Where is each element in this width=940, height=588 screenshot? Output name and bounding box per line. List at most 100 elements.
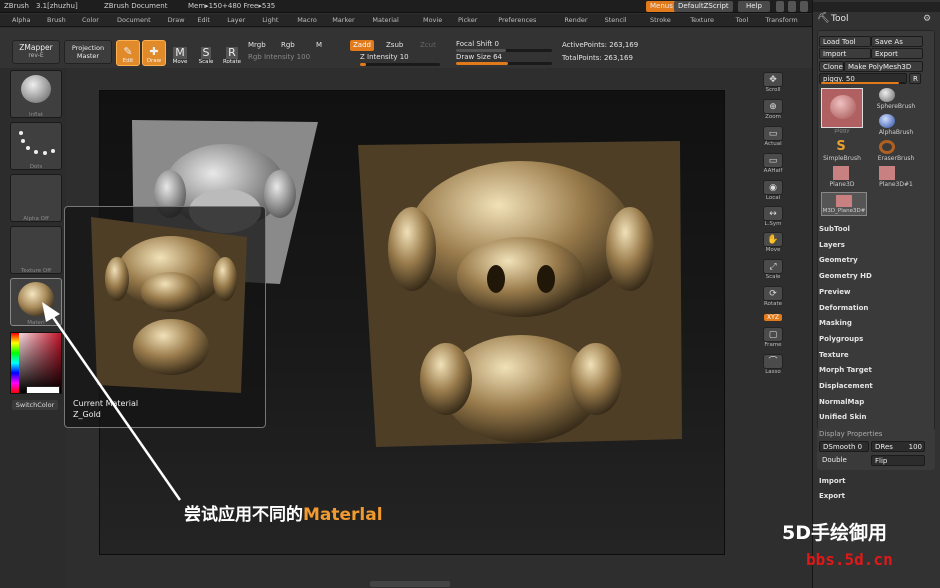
- section-subtool[interactable]: SubTool: [819, 225, 850, 233]
- draw-size-track[interactable]: [456, 62, 552, 65]
- section-geometry-hd[interactable]: Geometry HD: [819, 272, 872, 280]
- display-properties-label[interactable]: Display Properties: [819, 430, 882, 438]
- section-morph-target[interactable]: Morph Target: [819, 366, 872, 374]
- shelf-actual-button[interactable]: ▭ Actual: [757, 122, 789, 147]
- current-tool-track: [821, 82, 905, 84]
- menu-movie[interactable]: Movie: [423, 16, 442, 24]
- draw-size-slider[interactable]: Draw Size 64: [456, 53, 502, 61]
- simple-brush-icon[interactable]: S: [833, 140, 849, 154]
- eraser-brush-icon[interactable]: [879, 140, 895, 154]
- menu-transform[interactable]: Transform: [765, 16, 797, 24]
- menu-draw[interactable]: Draw: [168, 16, 185, 24]
- section-masking[interactable]: Masking: [819, 319, 852, 327]
- dsmooth-slider[interactable]: DSmooth 0: [819, 441, 869, 452]
- shelf-scale-button[interactable]: ⤢ Scale: [757, 255, 789, 280]
- shelf-aahalf-button[interactable]: ▭ AAHalf: [757, 149, 789, 174]
- alpha-thumbnail[interactable]: Alpha Off: [10, 174, 62, 222]
- save-as-button[interactable]: Save As: [871, 36, 923, 47]
- menu-render[interactable]: Render: [564, 16, 587, 24]
- shelf-move-button[interactable]: ✋ Move: [757, 228, 789, 253]
- alpha-brush-icon[interactable]: [879, 114, 895, 128]
- texture-thumbnail[interactable]: Texture Off: [10, 226, 62, 274]
- menu-light[interactable]: Light: [262, 16, 278, 24]
- menu-tool[interactable]: Tool: [736, 16, 749, 24]
- stroke-thumbnail[interactable]: Dots: [10, 122, 62, 170]
- bottom-export-button[interactable]: Export: [819, 492, 845, 500]
- menu-layer[interactable]: Layer: [227, 16, 245, 24]
- shelf-rotate-button[interactable]: ⟳ Rotate: [757, 282, 789, 307]
- section-preview[interactable]: Preview: [819, 288, 851, 296]
- import-button[interactable]: Import: [819, 48, 871, 59]
- focal-shift-track[interactable]: [456, 49, 552, 52]
- z-intensity-slider[interactable]: Z Intensity 10: [360, 53, 409, 61]
- zmapper-button[interactable]: ZMapper rev-E: [12, 40, 60, 64]
- dres-slider[interactable]: DRes 100: [871, 441, 925, 452]
- section-texture[interactable]: Texture: [819, 351, 849, 359]
- default-zscript-button[interactable]: DefaultZScript: [674, 1, 733, 12]
- menu-alpha[interactable]: Alpha: [12, 16, 30, 24]
- shelf-frame-button[interactable]: ▢ Frame: [757, 323, 789, 348]
- menu-color[interactable]: Color: [82, 16, 99, 24]
- zadd-button[interactable]: Zadd: [350, 40, 374, 51]
- flip-button[interactable]: Flip: [871, 455, 925, 466]
- bottom-scroller[interactable]: [370, 581, 450, 587]
- menu-edit[interactable]: Edit: [197, 16, 210, 24]
- menu-material[interactable]: Material: [372, 16, 398, 24]
- menu-marker[interactable]: Marker: [332, 16, 354, 24]
- piggy-tool-thumb[interactable]: [821, 88, 863, 128]
- draw-button[interactable]: ✚ Draw: [142, 40, 166, 66]
- section-polygroups[interactable]: Polygroups: [819, 335, 863, 343]
- menus-button[interactable]: Menus: [646, 1, 677, 12]
- menu-picker[interactable]: Picker: [458, 16, 477, 24]
- export-button[interactable]: Export: [871, 48, 923, 59]
- help-button[interactable]: Help: [738, 1, 770, 12]
- menu-stencil[interactable]: Stencil: [605, 16, 627, 24]
- section-normalmap[interactable]: NormalMap: [819, 398, 864, 406]
- r-button[interactable]: R: [909, 73, 921, 84]
- brush-thumbnail[interactable]: Inflat: [10, 70, 62, 118]
- plane-icon[interactable]: [879, 166, 895, 180]
- z-intensity-track[interactable]: [360, 63, 440, 66]
- m-button[interactable]: M: [316, 41, 322, 49]
- shelf-scroll-button[interactable]: ✥ Scroll: [757, 68, 789, 93]
- section-layers[interactable]: Layers: [819, 241, 845, 249]
- scale-button[interactable]: S Scale: [194, 40, 218, 66]
- shelf-l-sym-button[interactable]: ↔ L.Sym: [757, 202, 789, 227]
- focal-shift-slider[interactable]: Focal Shift 0: [456, 40, 499, 48]
- maximize-icon[interactable]: [788, 1, 796, 12]
- sphere-icon[interactable]: [879, 88, 895, 102]
- zcut-button[interactable]: Zcut: [420, 41, 436, 49]
- projection-master-button[interactable]: Projection Master: [64, 40, 112, 64]
- rgb-button[interactable]: Rgb: [281, 41, 295, 49]
- menu-preferences[interactable]: Preferences: [498, 16, 536, 24]
- rotate-button[interactable]: R Rotate: [220, 40, 244, 66]
- menu-brush[interactable]: Brush: [47, 16, 66, 24]
- move-button[interactable]: M Move: [168, 40, 192, 66]
- shelf-xyz-button[interactable]: XYZ: [757, 309, 789, 321]
- menu-macro[interactable]: Macro: [297, 16, 317, 24]
- section-geometry[interactable]: Geometry: [819, 256, 858, 264]
- zsub-button[interactable]: Zsub: [386, 41, 403, 49]
- rgb-intensity-slider[interactable]: Rgb Intensity 100: [248, 53, 310, 61]
- section-deformation[interactable]: Deformation: [819, 304, 868, 312]
- menu-stroke[interactable]: Stroke: [650, 16, 671, 24]
- menu-document[interactable]: Document: [117, 16, 151, 24]
- shelf-zoom-button[interactable]: ⊕ Zoom: [757, 95, 789, 120]
- section-unified-skin[interactable]: Unified Skin: [819, 413, 867, 421]
- make-polymesh-button[interactable]: Make PolyMesh3D: [844, 61, 923, 72]
- minimize-icon[interactable]: [776, 1, 784, 12]
- shelf-local-button[interactable]: ◉ Local: [757, 176, 789, 201]
- close-icon[interactable]: [800, 1, 808, 12]
- clone-button[interactable]: Clone: [819, 61, 844, 72]
- palette-settings-icon[interactable]: ⚙: [923, 14, 931, 24]
- hue-strip[interactable]: [11, 333, 19, 393]
- menu-texture[interactable]: Texture: [690, 16, 714, 24]
- double-button[interactable]: Double: [819, 455, 869, 466]
- edit-button[interactable]: ✎ Edit: [116, 40, 140, 66]
- plane-icon[interactable]: [833, 166, 849, 180]
- load-tool-button[interactable]: Load Tool: [819, 36, 871, 47]
- mrgb-button[interactable]: Mrgb: [248, 41, 266, 49]
- section-displacement[interactable]: Displacement: [819, 382, 873, 390]
- bottom-import-button[interactable]: Import: [819, 477, 846, 485]
- shelf-lasso-button[interactable]: ⌒ Lasso: [757, 350, 789, 375]
